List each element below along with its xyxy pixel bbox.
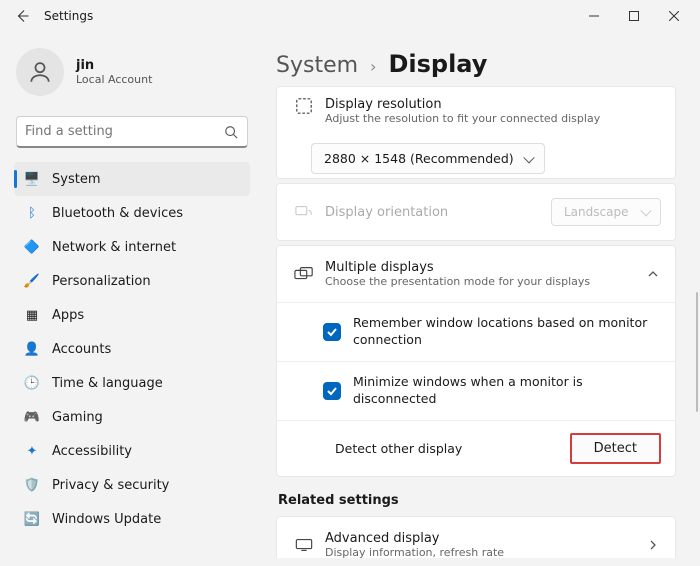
gaming-icon: 🎮 bbox=[24, 409, 40, 425]
multiple-displays-icon bbox=[291, 266, 317, 282]
orientation-select: Landscape bbox=[551, 198, 661, 226]
multiple-displays-card: Multiple displays Choose the presentatio… bbox=[276, 245, 676, 477]
back-button[interactable] bbox=[6, 0, 38, 32]
window-title: Settings bbox=[44, 9, 93, 23]
nav-label: System bbox=[52, 172, 100, 187]
resolution-icon bbox=[291, 97, 317, 115]
nav-label: Bluetooth & devices bbox=[52, 206, 183, 221]
avatar bbox=[16, 48, 64, 96]
search-icon bbox=[223, 124, 239, 140]
nav-label: Time & language bbox=[52, 376, 163, 391]
nav-update[interactable]: 🔄 Windows Update bbox=[14, 502, 250, 536]
resolution-title: Display resolution bbox=[325, 97, 661, 112]
nav-accessibility[interactable]: ✦ Accessibility bbox=[14, 434, 250, 468]
nav-personalization[interactable]: 🖌️ Personalization bbox=[14, 264, 250, 298]
advanced-sub: Display information, refresh rate bbox=[325, 546, 645, 559]
nav-accounts[interactable]: 👤 Accounts bbox=[14, 332, 250, 366]
network-icon: 🔷 bbox=[24, 239, 40, 255]
bluetooth-icon: ᛒ bbox=[24, 205, 40, 221]
search-box[interactable] bbox=[16, 116, 248, 148]
multiple-displays-sub: Choose the presentation mode for your di… bbox=[325, 275, 637, 288]
search-input[interactable] bbox=[25, 124, 223, 139]
breadcrumb-current: Display bbox=[388, 50, 487, 78]
orientation-card: Display orientation Landscape bbox=[276, 183, 676, 241]
resolution-sub: Adjust the resolution to fit your connec… bbox=[325, 112, 661, 125]
minimize-label: Minimize windows when a monitor is disco… bbox=[353, 374, 661, 408]
nav-gaming[interactable]: 🎮 Gaming bbox=[14, 400, 250, 434]
orientation-icon bbox=[291, 205, 317, 219]
nav-label: Gaming bbox=[52, 410, 103, 425]
resolution-select[interactable]: 2880 × 1548 (Recommended) bbox=[311, 143, 545, 174]
breadcrumb-parent[interactable]: System bbox=[276, 53, 358, 78]
nav-apps[interactable]: ▦ Apps bbox=[14, 298, 250, 332]
nav-label: Accessibility bbox=[52, 444, 132, 459]
system-icon: 🖥️ bbox=[24, 171, 40, 187]
accounts-icon: 👤 bbox=[24, 341, 40, 357]
nav-label: Privacy & security bbox=[52, 478, 169, 493]
chevron-up-icon bbox=[645, 266, 661, 282]
breadcrumb: System › Display bbox=[276, 50, 676, 78]
nav-privacy[interactable]: 🛡️ Privacy & security bbox=[14, 468, 250, 502]
maximize-button[interactable] bbox=[614, 0, 654, 32]
nav-label: Network & internet bbox=[52, 240, 176, 255]
chevron-right-icon bbox=[645, 537, 661, 553]
multiple-displays-title: Multiple displays bbox=[325, 260, 637, 275]
detect-label: Detect other display bbox=[335, 441, 570, 456]
minimize-checkbox[interactable] bbox=[323, 382, 341, 400]
resolution-card: Display resolution Adjust the resolution… bbox=[276, 86, 676, 179]
nav-label: Accounts bbox=[52, 342, 111, 357]
chevron-right-icon: › bbox=[370, 57, 376, 76]
advanced-display-card[interactable]: Advanced display Display information, re… bbox=[276, 516, 676, 559]
advanced-display-icon bbox=[291, 538, 317, 552]
nav-label: Apps bbox=[52, 308, 84, 323]
nav-time[interactable]: 🕒 Time & language bbox=[14, 366, 250, 400]
scrollbar[interactable] bbox=[696, 292, 698, 412]
personalization-icon: 🖌️ bbox=[24, 273, 40, 289]
time-icon: 🕒 bbox=[24, 375, 40, 391]
advanced-title: Advanced display bbox=[325, 531, 645, 546]
profile-block[interactable]: jin Local Account bbox=[14, 44, 250, 110]
profile-type: Local Account bbox=[76, 73, 152, 86]
orientation-title: Display orientation bbox=[325, 205, 551, 220]
nav-label: Personalization bbox=[52, 274, 151, 289]
nav-network[interactable]: 🔷 Network & internet bbox=[14, 230, 250, 264]
multiple-displays-header[interactable]: Multiple displays Choose the presentatio… bbox=[277, 246, 675, 302]
related-heading: Related settings bbox=[278, 493, 676, 508]
accessibility-icon: ✦ bbox=[24, 443, 40, 459]
close-button[interactable] bbox=[654, 0, 694, 32]
update-icon: 🔄 bbox=[24, 511, 40, 527]
apps-icon: ▦ bbox=[24, 307, 40, 323]
nav-label: Windows Update bbox=[52, 512, 161, 527]
remember-label: Remember window locations based on monit… bbox=[353, 315, 661, 349]
minimize-button[interactable] bbox=[574, 0, 614, 32]
remember-checkbox[interactable] bbox=[323, 323, 341, 341]
nav-system[interactable]: 🖥️ System bbox=[14, 162, 250, 196]
profile-name: jin bbox=[76, 58, 152, 73]
detect-button[interactable]: Detect bbox=[570, 433, 661, 464]
privacy-icon: 🛡️ bbox=[24, 477, 40, 493]
nav-bluetooth[interactable]: ᛒ Bluetooth & devices bbox=[14, 196, 250, 230]
